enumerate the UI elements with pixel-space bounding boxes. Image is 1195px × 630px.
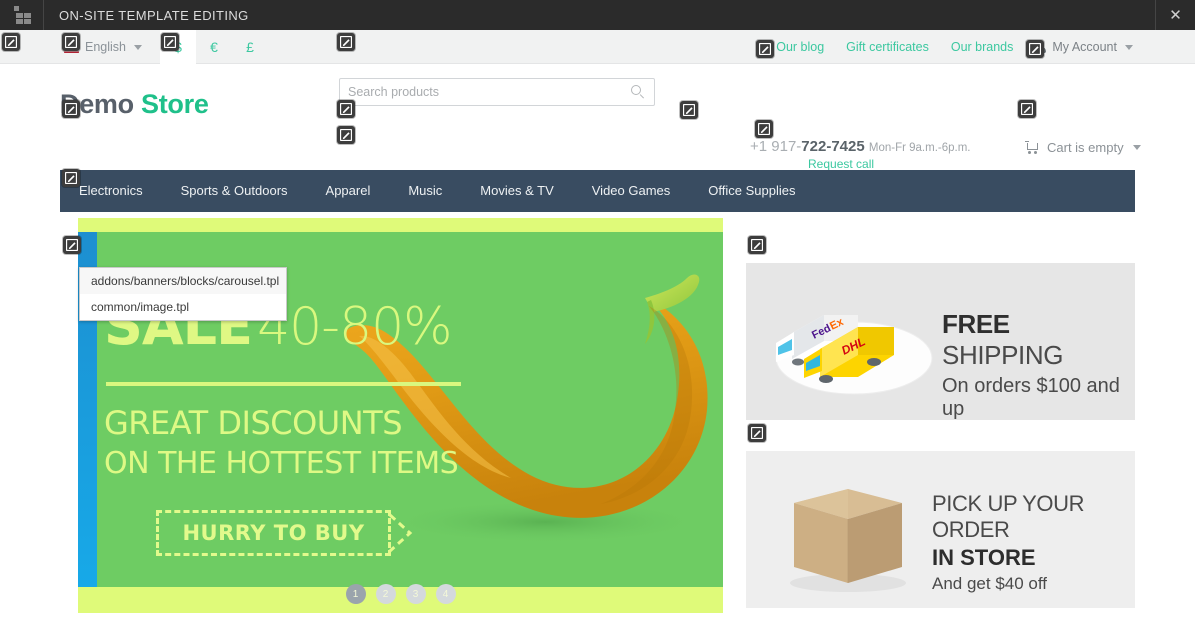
chevron-down-icon <box>1132 145 1141 150</box>
template-path-menu[interactable]: addons/banners/blocks/carousel.tpl commo… <box>79 267 287 321</box>
phone-prefix: +1 917- <box>750 138 802 155</box>
top-links: Our blog Gift certificates Our brands My… <box>776 30 1133 64</box>
nav-item-office-supplies[interactable]: Office Supplies <box>689 170 814 212</box>
search-box[interactable] <box>339 78 655 106</box>
phone-main: 722-7425 <box>801 138 865 155</box>
nav-item-video-games[interactable]: Video Games <box>573 170 690 212</box>
cart-widget[interactable]: Cart is empty <box>1025 140 1141 155</box>
nav-item-movies-tv[interactable]: Movies & TV <box>461 170 572 212</box>
nav-item-music[interactable]: Music <box>389 170 461 212</box>
utility-topbar: English $ € £ Our blog Gift certificates… <box>0 30 1195 64</box>
phone-number: +1 917-722-7425 Mon-Fr 9a.m.-6p.m. <box>750 138 970 155</box>
carousel-divider <box>106 382 461 386</box>
template-path-item-carousel[interactable]: addons/banners/blocks/carousel.tpl <box>80 268 286 294</box>
edit-pencil-icon-search-secondary[interactable] <box>337 126 355 144</box>
banner-text: PICK UP YOUR ORDER IN STORE And get $40 … <box>932 491 1135 594</box>
cardboard-box-image <box>790 489 906 592</box>
my-account-label: My Account <box>1052 40 1117 54</box>
edit-pencil-icon-navigation[interactable] <box>62 169 80 187</box>
currency-gbp[interactable]: £ <box>232 30 268 64</box>
window-title: ON-SITE TEMPLATE EDITING <box>59 7 249 23</box>
delivery-trucks-image: Fed Ex DHL <box>775 315 933 395</box>
edit-pencil-icon-my-account[interactable] <box>1026 40 1044 58</box>
search-input[interactable] <box>348 79 623 105</box>
banner-pick-up-in-store[interactable]: PICK UP YOUR ORDER IN STORE And get $40 … <box>746 451 1135 608</box>
carousel-line-1: GREAT DISCOUNTS <box>104 404 403 442</box>
search-icon[interactable] <box>631 85 645 99</box>
site-header: Demo Store +1 917-722-7425 Mon-Fr 9a.m.-… <box>0 64 1195 171</box>
carousel-cta[interactable]: HURRY TO BUY <box>156 510 413 556</box>
currency-eur[interactable]: € <box>196 30 232 64</box>
edit-pencil-icon-language[interactable] <box>62 33 80 51</box>
link-our-brands[interactable]: Our brands <box>951 40 1014 54</box>
edit-pencil-icon-logo[interactable] <box>62 100 80 118</box>
cart-label: Cart is empty <box>1047 140 1124 155</box>
carousel-line-2: ON THE HOTTEST ITEMS <box>104 446 459 481</box>
banner-free-shipping[interactable]: Fed Ex DHL FREE SHIPPING On orders $100 … <box>746 263 1135 420</box>
main-navigation: Electronics Sports & Outdoors Apparel Mu… <box>60 170 1135 212</box>
chevron-down-icon <box>134 44 142 50</box>
phone-hours: Mon-Fr 9a.m.-6p.m. <box>868 142 971 154</box>
my-account-menu[interactable]: My Account <box>1035 40 1133 54</box>
app-icon-box <box>0 0 44 30</box>
edit-pencil-icon-header-right[interactable] <box>680 101 698 119</box>
banner-headline: PICK UP YOUR ORDER <box>932 491 1085 542</box>
grid-icon <box>13 6 31 24</box>
banner-subline: And get $40 off <box>932 574 1048 593</box>
carousel-pagination: 1 2 3 4 <box>78 584 723 604</box>
window-titlebar: ON-SITE TEMPLATE EDITING ✕ <box>0 0 1195 30</box>
carousel-dot-2[interactable]: 2 <box>375 584 396 604</box>
edit-pencil-icon-currency[interactable] <box>161 33 179 51</box>
banner-subline: On orders $100 and up <box>942 375 1120 420</box>
site-logo[interactable]: Demo Store <box>60 89 209 120</box>
close-icon[interactable]: ✕ <box>1155 0 1195 30</box>
storefront-page: English $ € £ Our blog Gift certificates… <box>0 30 1195 630</box>
carousel-dot-4[interactable]: 4 <box>435 584 456 604</box>
request-call-link[interactable]: Request call <box>808 157 874 171</box>
carousel-dot-1[interactable]: 1 <box>345 584 366 604</box>
template-path-item-image[interactable]: common/image.tpl <box>80 294 286 320</box>
logo-second-word: Store <box>141 89 209 119</box>
carousel-cta-label: HURRY TO BUY <box>156 510 391 556</box>
edit-pencil-icon-topbar-left[interactable] <box>2 33 20 51</box>
banner-text: FREE SHIPPING On orders $100 and up <box>942 309 1135 420</box>
edit-pencil-icon-banner-bottom[interactable] <box>748 424 766 442</box>
banner-headline-rest: SHIPPING <box>942 340 1064 370</box>
language-label: English <box>85 40 126 54</box>
banner-headline-bold: FREE <box>942 309 1010 339</box>
edit-pencil-icon-cart[interactable] <box>1018 100 1036 118</box>
edit-pencil-icon-banner-top[interactable] <box>748 236 766 254</box>
edit-pencil-icon-search[interactable] <box>337 100 355 118</box>
link-gift-certificates[interactable]: Gift certificates <box>846 40 929 54</box>
nav-item-sports-outdoors[interactable]: Sports & Outdoors <box>162 170 307 212</box>
nav-item-apparel[interactable]: Apparel <box>307 170 390 212</box>
chevron-down-icon <box>1125 44 1133 50</box>
link-our-blog[interactable]: Our blog <box>776 40 824 54</box>
banner-headline: FREE SHIPPING <box>942 309 1135 371</box>
edit-pencil-icon-our-blog[interactable] <box>756 40 774 58</box>
chevron-right-icon <box>388 513 413 553</box>
banner-headline-bold: IN STORE <box>932 545 1036 570</box>
edit-pencil-icon-carousel[interactable] <box>63 236 81 254</box>
carousel-dot-3[interactable]: 3 <box>405 584 426 604</box>
cart-icon <box>1025 140 1040 155</box>
edit-pencil-icon-phone[interactable] <box>755 120 773 138</box>
edit-pencil-icon-topbar-center[interactable] <box>337 33 355 51</box>
